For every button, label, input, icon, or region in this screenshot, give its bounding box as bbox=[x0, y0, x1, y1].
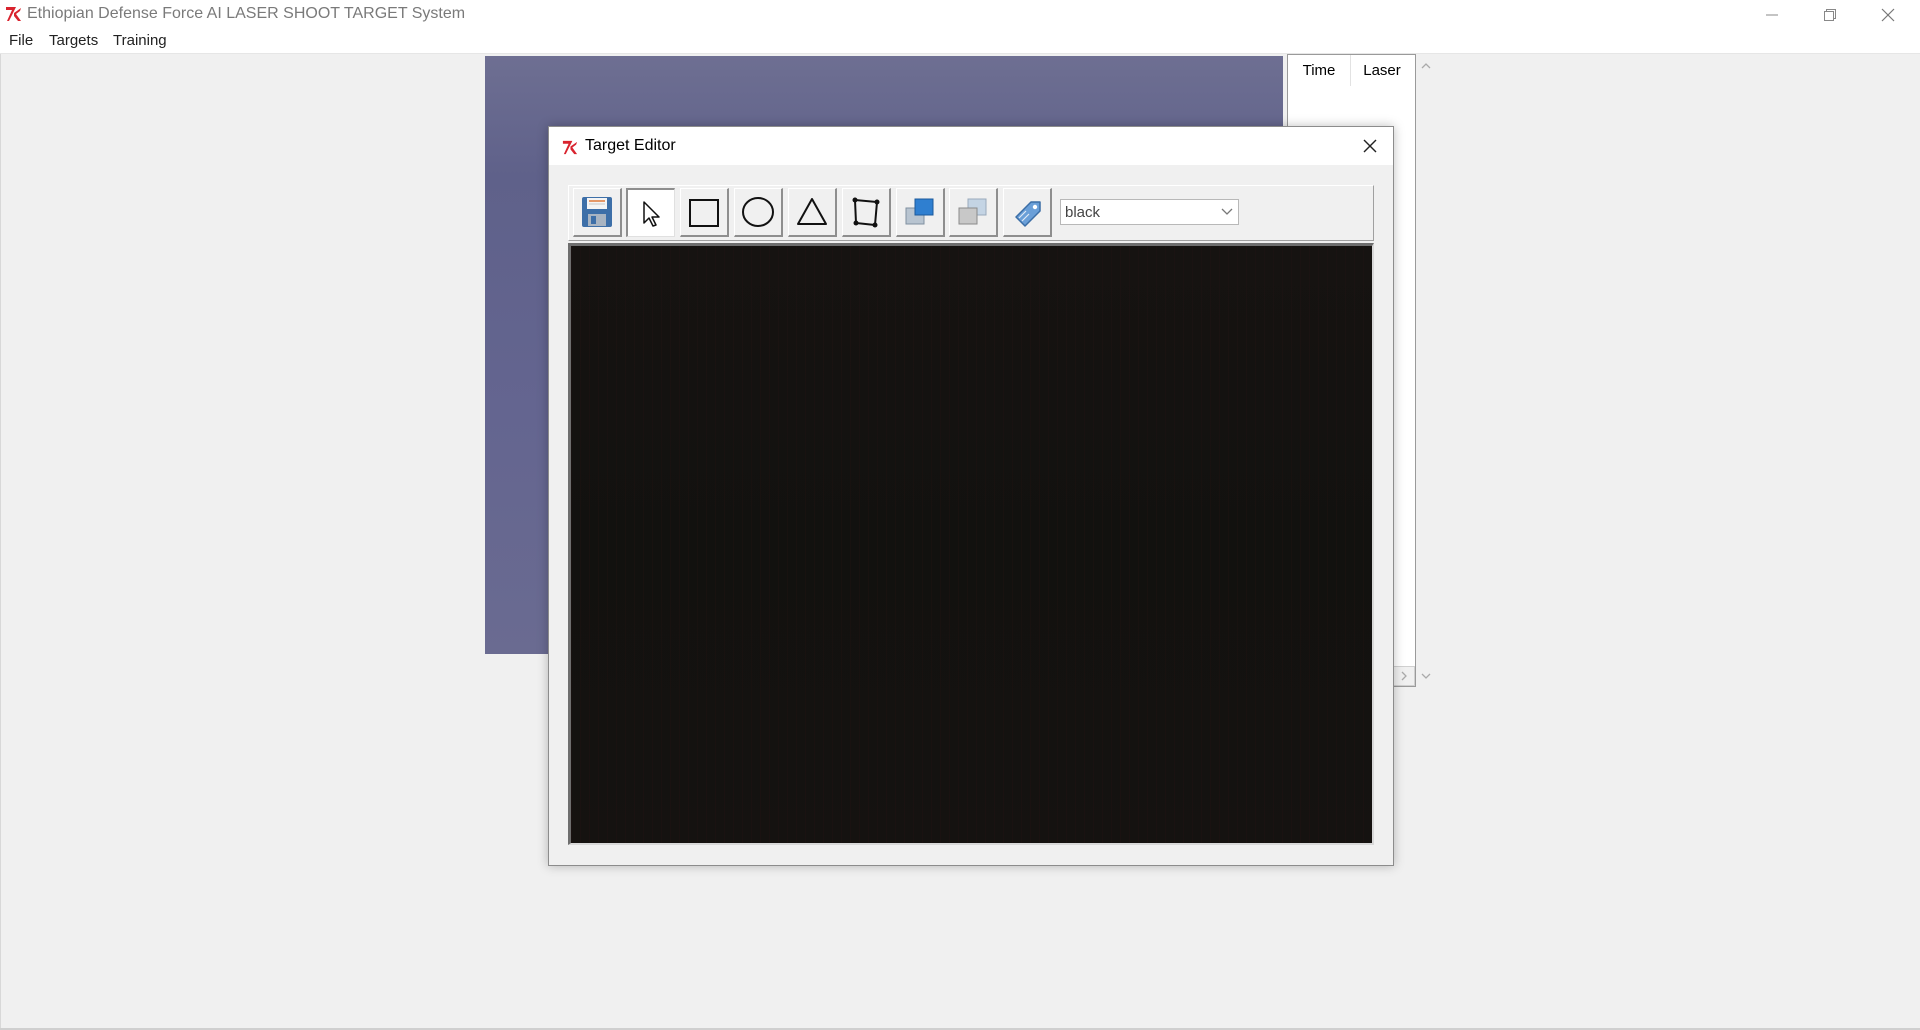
ellipse-icon bbox=[742, 197, 774, 227]
bring-forward-button[interactable] bbox=[896, 188, 945, 237]
color-select[interactable]: black bbox=[1060, 199, 1239, 225]
polygon-tool-button[interactable] bbox=[842, 188, 891, 237]
column-header-laser[interactable]: Laser bbox=[1350, 55, 1414, 86]
chevron-down-icon[interactable] bbox=[1220, 206, 1234, 218]
tag-tool-button[interactable] bbox=[1003, 188, 1052, 237]
editor-toolbar: black bbox=[568, 185, 1374, 241]
ellipse-tool-button[interactable] bbox=[734, 188, 783, 237]
polygon-icon bbox=[852, 197, 880, 228]
window-titlebar: Ethiopian Defense Force AI LASER SHOOT T… bbox=[0, 0, 1920, 29]
save-button[interactable] bbox=[573, 188, 622, 237]
menu-targets[interactable]: Targets bbox=[49, 32, 98, 49]
close-icon bbox=[1363, 139, 1377, 153]
dialog-close-button[interactable] bbox=[1353, 131, 1387, 161]
results-vertical-scrollbar[interactable] bbox=[1416, 54, 1436, 687]
column-header-time[interactable]: Time bbox=[1288, 55, 1351, 86]
menu-file[interactable]: File bbox=[9, 32, 33, 49]
scroll-up-icon[interactable] bbox=[1416, 56, 1436, 76]
send-to-back-icon bbox=[958, 198, 987, 225]
dialog-titlebar[interactable]: Target Editor bbox=[549, 127, 1393, 165]
restore-button[interactable] bbox=[1801, 0, 1859, 29]
restore-icon bbox=[1824, 9, 1836, 21]
rectangle-icon bbox=[689, 199, 719, 227]
send-backward-button[interactable] bbox=[949, 188, 998, 237]
bring-to-front-icon bbox=[905, 198, 934, 225]
scroll-down-icon[interactable] bbox=[1416, 666, 1436, 686]
minimize-icon bbox=[1766, 14, 1778, 16]
close-button[interactable] bbox=[1859, 0, 1917, 29]
tk-feather-icon bbox=[6, 7, 21, 21]
target-drawing-canvas[interactable] bbox=[568, 243, 1374, 845]
save-icon bbox=[582, 197, 612, 227]
dialog-title: Target Editor bbox=[585, 137, 676, 154]
window-title: Ethiopian Defense Force AI LASER SHOOT T… bbox=[27, 5, 466, 22]
color-select-value: black bbox=[1065, 204, 1101, 221]
menu-training[interactable]: Training bbox=[113, 32, 167, 49]
select-tool-button[interactable] bbox=[626, 188, 675, 237]
tk-feather-icon bbox=[562, 140, 578, 155]
triangle-icon bbox=[797, 198, 827, 225]
cursor-icon bbox=[643, 201, 660, 227]
minimize-button[interactable] bbox=[1743, 0, 1801, 29]
chevron-right-icon bbox=[1401, 671, 1407, 681]
close-icon bbox=[1881, 8, 1895, 22]
tag-icon bbox=[1015, 201, 1041, 227]
rectangle-tool-button[interactable] bbox=[680, 188, 729, 237]
target-editor-dialog: Target Editor black bbox=[548, 126, 1394, 866]
triangle-tool-button[interactable] bbox=[788, 188, 837, 237]
scroll-right-button[interactable] bbox=[1393, 666, 1415, 686]
menu-bar: File Targets Training bbox=[0, 29, 1920, 54]
